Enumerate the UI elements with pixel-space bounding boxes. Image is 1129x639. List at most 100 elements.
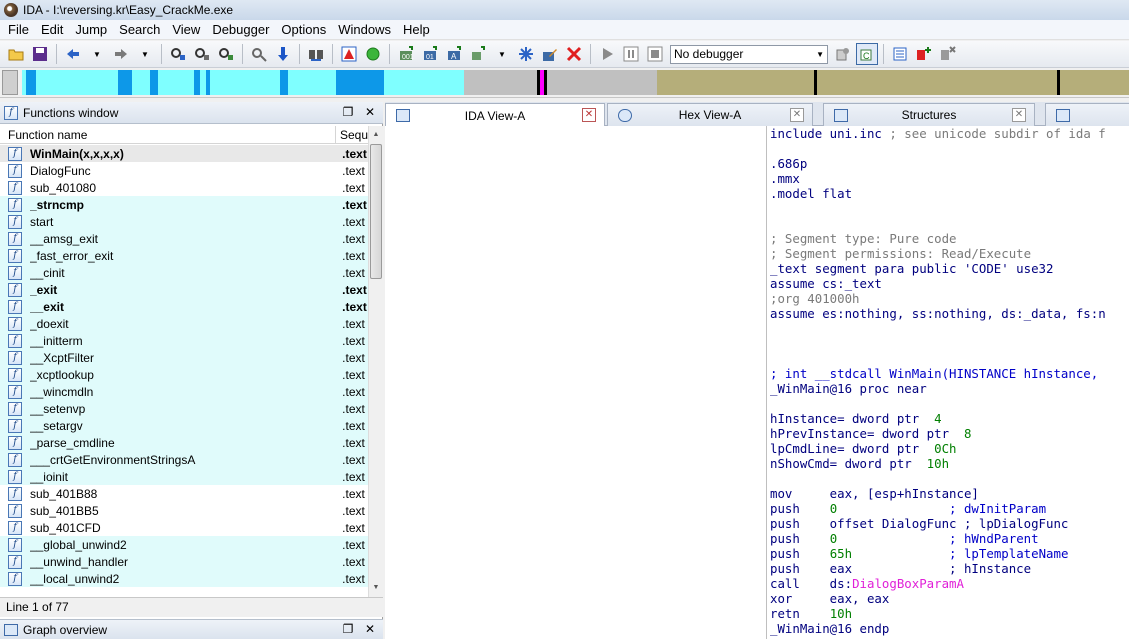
close-tab-icon[interactable]: ✕ xyxy=(1012,108,1026,122)
disasm-line[interactable]: push 65h ; lpTemplateName xyxy=(767,546,1129,561)
function-row[interactable]: f sub_401CFD .text xyxy=(0,519,368,536)
menu-options[interactable]: Options xyxy=(275,20,332,40)
scroll-up-icon[interactable]: ▲ xyxy=(370,128,382,142)
function-row[interactable]: f __local_unwind2 .text xyxy=(0,570,368,587)
function-row[interactable]: f sub_401080 .text xyxy=(0,179,368,196)
debugger-select[interactable]: No debugger ▼ xyxy=(670,44,828,64)
function-row[interactable]: f __exit .text xyxy=(0,298,368,315)
disasm-line[interactable]: push offset DialogFunc ; lpDialogFunc xyxy=(767,516,1129,531)
disasm-line[interactable]: push 0 ; hWndParent xyxy=(767,531,1129,546)
disasm-line[interactable]: ; Segment type: Pure code xyxy=(767,231,1129,246)
tab-hex-view-a[interactable]: Hex View-A ✕ xyxy=(607,103,813,126)
create-array-icon[interactable]: 01 xyxy=(419,43,441,65)
find-immediate-icon[interactable] xyxy=(215,43,237,65)
navigation-band[interactable] xyxy=(0,68,1129,98)
forward-arrow-icon[interactable] xyxy=(110,43,132,65)
hex-binoculars-icon[interactable] xyxy=(305,43,327,65)
disasm-line[interactable] xyxy=(767,201,1129,216)
save-icon[interactable] xyxy=(29,43,51,65)
disasm-line[interactable]: hPrevInstance= dword ptr 8 xyxy=(767,426,1129,441)
scrollbar-thumb[interactable] xyxy=(370,144,382,279)
function-row[interactable]: f ___crtGetEnvironmentStringsA .text xyxy=(0,451,368,468)
disasm-line[interactable]: assume es:nothing, ss:nothing, ds:_data,… xyxy=(767,306,1129,321)
disassembly-listing[interactable]: include uni.inc ; see unicode subdir of … xyxy=(766,126,1129,639)
float-window-icon[interactable]: ❐ xyxy=(340,105,356,119)
debugger-options-icon[interactable] xyxy=(832,43,854,65)
function-row[interactable]: f __wincmdln .text xyxy=(0,383,368,400)
disasm-line[interactable]: nShowCmd= dword ptr 10h xyxy=(767,456,1129,471)
function-row[interactable]: f _doexit .text xyxy=(0,315,368,332)
function-row[interactable]: f __global_unwind2 .text xyxy=(0,536,368,553)
struct-dropdown-icon[interactable]: ▼ xyxy=(491,43,513,65)
breakpoint-list-icon[interactable] xyxy=(889,43,911,65)
disasm-line[interactable] xyxy=(767,351,1129,366)
function-row[interactable]: f _strncmp .text xyxy=(0,196,368,213)
disasm-line[interactable]: ;org 401000h xyxy=(767,291,1129,306)
disasm-line[interactable] xyxy=(767,216,1129,231)
function-row[interactable]: f sub_401BB5 .text xyxy=(0,502,368,519)
close-icon[interactable]: ✕ xyxy=(362,105,378,119)
pause-icon[interactable] xyxy=(620,43,642,65)
search-next-icon[interactable] xyxy=(248,43,270,65)
disasm-line[interactable]: .model flat xyxy=(767,186,1129,201)
undefine-x-icon[interactable] xyxy=(563,43,585,65)
navband-strip[interactable] xyxy=(22,70,1129,95)
add-breakpoint-icon[interactable] xyxy=(913,43,935,65)
function-row[interactable]: f __initterm .text xyxy=(0,332,368,349)
function-row[interactable]: f __setenvp .text xyxy=(0,400,368,417)
disasm-line[interactable] xyxy=(767,141,1129,156)
function-row[interactable]: f __XcptFilter .text xyxy=(0,349,368,366)
menu-file[interactable]: File xyxy=(2,20,35,40)
disasm-line[interactable]: _WinMain@16 proc near xyxy=(767,381,1129,396)
disasm-line[interactable]: ; Segment permissions: Read/Execute xyxy=(767,246,1129,261)
function-row[interactable]: f sub_401B88 .text xyxy=(0,485,368,502)
close-icon[interactable]: ✕ xyxy=(362,622,378,636)
disasm-line[interactable]: assume cs:_text xyxy=(767,276,1129,291)
menu-jump[interactable]: Jump xyxy=(69,20,113,40)
play-icon[interactable] xyxy=(596,43,618,65)
disasm-line[interactable]: hInstance= dword ptr 4 xyxy=(767,411,1129,426)
find-binary-icon[interactable] xyxy=(191,43,213,65)
forward-dropdown-icon[interactable]: ▼ xyxy=(134,43,156,65)
find-text-icon[interactable] xyxy=(167,43,189,65)
close-tab-icon[interactable]: ✕ xyxy=(790,108,804,122)
column-segment[interactable]: Sequ xyxy=(336,128,368,142)
function-row[interactable]: f __cinit .text xyxy=(0,264,368,281)
disasm-line[interactable] xyxy=(767,321,1129,336)
tab-structures[interactable]: Structures ✕ xyxy=(823,103,1035,126)
disasm-line[interactable]: call ds:DialogBoxParamA xyxy=(767,576,1129,591)
menu-view[interactable]: View xyxy=(166,20,206,40)
disasm-line[interactable]: .686p xyxy=(767,156,1129,171)
menu-help[interactable]: Help xyxy=(397,20,436,40)
disasm-line[interactable]: push 0 ; dwInitParam xyxy=(767,501,1129,516)
back-arrow-icon[interactable] xyxy=(62,43,84,65)
functions-scrollbar[interactable]: ▲ ▼ xyxy=(368,126,383,597)
disasm-line[interactable]: xor eax, eax xyxy=(767,591,1129,606)
create-function-icon[interactable]: 001 xyxy=(395,43,417,65)
function-row[interactable]: f __unwind_handler .text xyxy=(0,553,368,570)
disasm-line[interactable]: push eax ; hInstance xyxy=(767,561,1129,576)
menu-search[interactable]: Search xyxy=(113,20,166,40)
function-row[interactable]: f _xcptlookup .text xyxy=(0,366,368,383)
menu-windows[interactable]: Windows xyxy=(332,20,397,40)
open-folder-icon[interactable] xyxy=(5,43,27,65)
menu-debugger[interactable]: Debugger xyxy=(206,20,275,40)
disasm-line[interactable]: _text segment para public 'CODE' use32 xyxy=(767,261,1129,276)
disasm-line[interactable] xyxy=(767,336,1129,351)
column-function-name[interactable]: Function name xyxy=(0,125,336,144)
edit-pencil-icon[interactable] xyxy=(539,43,561,65)
disasm-line[interactable] xyxy=(767,396,1129,411)
close-tab-icon[interactable]: ✕ xyxy=(582,108,596,122)
jump-down-icon[interactable] xyxy=(272,43,294,65)
menu-edit[interactable]: Edit xyxy=(35,20,69,40)
navband-scroll-handle[interactable] xyxy=(2,70,18,95)
function-row[interactable]: f __amsg_exit .text xyxy=(0,230,368,247)
function-row[interactable]: f _fast_error_exit .text xyxy=(0,247,368,264)
create-struct-icon[interactable] xyxy=(467,43,489,65)
warning-triangle-icon[interactable] xyxy=(338,43,360,65)
scroll-down-icon[interactable]: ▼ xyxy=(370,581,382,595)
disasm-line[interactable]: ; int __stdcall WinMain(HINSTANCE hInsta… xyxy=(767,366,1129,381)
graph-view-area[interactable] xyxy=(385,126,766,639)
function-row[interactable]: f DialogFunc .text xyxy=(0,162,368,179)
function-row[interactable]: f _exit .text xyxy=(0,281,368,298)
